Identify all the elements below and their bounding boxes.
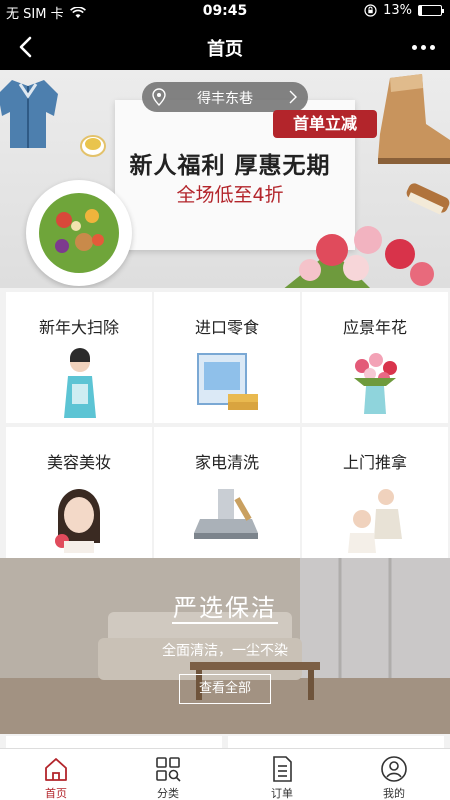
snack-box-image bbox=[197, 353, 258, 410]
promo-banner[interactable]: 得丰东巷 首单立减 新人福利 厚惠无期 全场低至4折 bbox=[0, 70, 450, 288]
first-order-tag: 首单立减 bbox=[273, 110, 377, 138]
battery-icon bbox=[418, 5, 444, 16]
cleaning-banner[interactable]: 严选保洁 全面清洁，一尘不染 查看全部 bbox=[0, 558, 450, 734]
more-dots-icon[interactable] bbox=[408, 35, 438, 59]
tab-category[interactable]: 分类 bbox=[112, 749, 224, 800]
rotation-lock-icon bbox=[364, 4, 377, 17]
salad-plate-image bbox=[26, 180, 132, 286]
order-document-icon bbox=[273, 756, 292, 782]
category-home-massage[interactable]: 上门推拿 bbox=[302, 427, 448, 558]
navigation-bar: 首页 bbox=[0, 24, 450, 70]
page-title: 首页 bbox=[207, 39, 243, 60]
battery-percent: 13% bbox=[383, 3, 412, 18]
tab-profile[interactable]: 我的 bbox=[338, 749, 450, 800]
tab-orders[interactable]: 订单 bbox=[226, 749, 338, 800]
category-new-year-cleaning[interactable]: 新年大扫除 bbox=[6, 292, 152, 423]
chevron-right-icon bbox=[289, 90, 297, 104]
cleaning-subtitle: 全面清洁，一尘不染 bbox=[162, 643, 288, 659]
category-label: 美容美妆 bbox=[46, 453, 111, 472]
category-label: 应景年花 bbox=[342, 318, 407, 337]
flower-vase-image bbox=[354, 353, 397, 414]
category-label: 上门推拿 bbox=[342, 453, 407, 472]
tab-label: 首页 bbox=[45, 787, 67, 800]
category-festive-flowers[interactable]: 应景年花 bbox=[302, 292, 448, 423]
user-profile-icon bbox=[381, 756, 407, 782]
massage-image bbox=[348, 489, 402, 553]
tab-label: 订单 bbox=[271, 787, 293, 800]
banner-subline: 全场低至4折 bbox=[176, 184, 284, 206]
category-label: 家电清洗 bbox=[194, 453, 259, 472]
category-imported-snacks[interactable]: 进口零食 bbox=[154, 292, 300, 423]
flower-bouquet-image bbox=[284, 226, 434, 288]
home-icon bbox=[45, 758, 67, 781]
denim-jacket-image bbox=[0, 80, 58, 148]
location-selector[interactable]: 得丰东巷 bbox=[142, 82, 308, 112]
cleaner-woman-image bbox=[64, 348, 96, 418]
tea-cup-image bbox=[80, 135, 106, 157]
category-label: 新年大扫除 bbox=[38, 318, 119, 337]
location-text: 得丰东巷 bbox=[197, 91, 253, 107]
tab-label: 我的 bbox=[383, 787, 405, 800]
status-bar: 无 SIM 卡 09:45 13% bbox=[0, 0, 450, 24]
category-label: 进口零食 bbox=[194, 318, 259, 337]
title-underline bbox=[172, 622, 278, 624]
bottom-tab-bar: 首页 分类 订单 我的 bbox=[0, 748, 450, 800]
app-screen: 无 SIM 卡 09:45 13% 首页 得丰东巷 首单立减 新人福利 厚惠无期… bbox=[0, 0, 450, 800]
category-grid-icon bbox=[156, 757, 181, 782]
banner-headline: 新人福利 厚惠无期 bbox=[129, 153, 331, 179]
range-hood-image bbox=[194, 489, 258, 539]
boot-image bbox=[378, 74, 450, 164]
view-all-button[interactable]: 查看全部 bbox=[179, 674, 271, 704]
tab-home[interactable]: 首页 bbox=[0, 749, 112, 800]
brush-image bbox=[406, 183, 450, 215]
category-grid: 新年大扫除 进口零食 应景年花 美容美妆 家电清洗 上门推拿 bbox=[0, 288, 450, 558]
beauty-woman-image bbox=[55, 489, 100, 553]
category-beauty-makeup[interactable]: 美容美妆 bbox=[6, 427, 152, 558]
cleaning-title: 严选保洁 bbox=[173, 594, 277, 622]
tab-label: 分类 bbox=[157, 787, 179, 800]
category-appliance-cleaning[interactable]: 家电清洗 bbox=[154, 427, 300, 558]
